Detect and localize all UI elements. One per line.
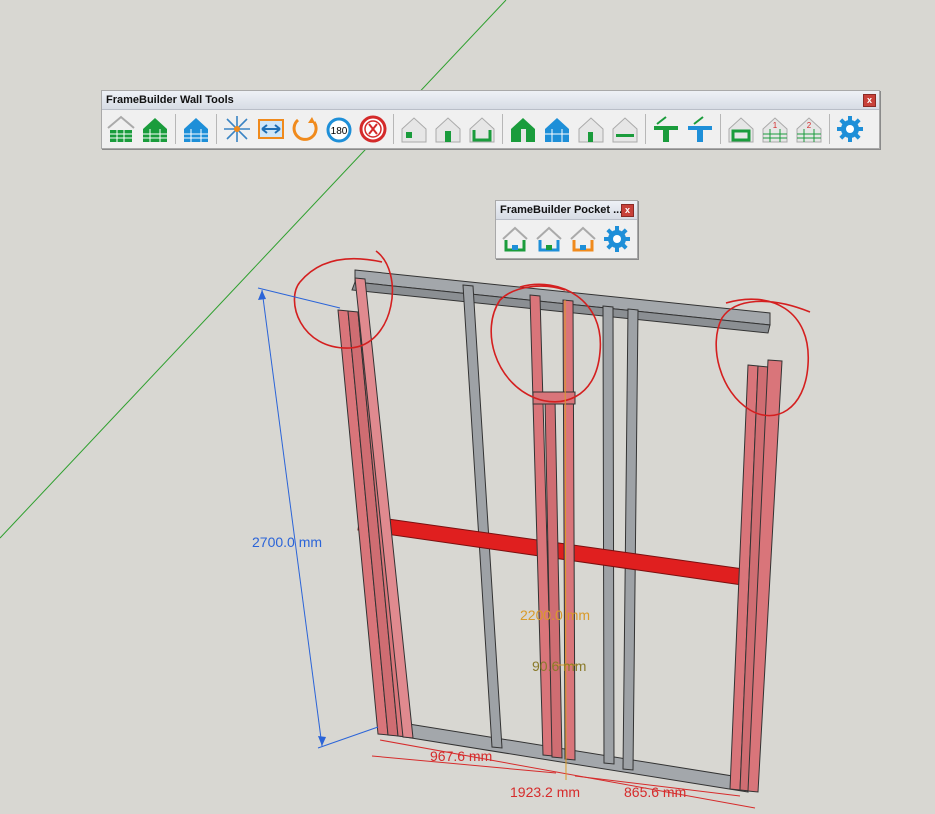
pocket-toolbar-buttons [496, 220, 637, 258]
green-axis-line [0, 0, 507, 539]
house-frame-icon [728, 117, 754, 143]
wall-tools-title-text: FrameBuilder Wall Tools [106, 94, 234, 106]
house-blue-wall-icon [184, 118, 208, 142]
nogging[interactable] [357, 514, 766, 589]
separator [175, 114, 176, 144]
frame-opening-button[interactable] [725, 113, 757, 145]
stud-gray-1[interactable] [462, 284, 503, 749]
layer-2-number: 2 [807, 121, 812, 130]
dim-label-left-width: 967.6 mm [430, 748, 493, 764]
house-green-wall-icon [107, 115, 135, 142]
stud-gray-2[interactable] [602, 305, 615, 765]
gear-icon [604, 226, 630, 252]
create-blue-wall-button[interactable] [180, 113, 212, 145]
separator [720, 114, 721, 144]
house-door-icon [435, 117, 461, 143]
t-junction-blue-icon [688, 116, 712, 142]
pocket-green-icon [502, 226, 528, 252]
layer-2-button[interactable]: 2 [793, 113, 825, 145]
separator [502, 114, 503, 144]
pocket-toolbar-close-button[interactable]: x [621, 204, 634, 217]
nogging-tool-button[interactable] [609, 113, 641, 145]
add-window-button[interactable] [398, 113, 430, 145]
pocket-toolbar-title-text: FrameBuilder Pocket ... [500, 204, 623, 216]
dim-ext-bottom [317, 726, 379, 749]
add-opening-button[interactable] [466, 113, 498, 145]
dim-label-wall-height: 2700.0 mm [252, 534, 323, 550]
rotate-180-icon: 180 [326, 117, 352, 143]
layer-1-number: 1 [773, 121, 778, 130]
house-window-icon [401, 117, 427, 143]
dim-label-door-height: 2200.0 mm [520, 607, 591, 623]
rotate-180-button[interactable]: 180 [323, 113, 355, 145]
layer-1-button[interactable]: 1 [759, 113, 791, 145]
dim-arrow-top [258, 290, 266, 300]
wall-tools-close-button[interactable]: x [863, 94, 876, 107]
house-stud-icon [578, 117, 604, 143]
rotate-180-number: 180 [331, 126, 348, 137]
explode-arrows-icon [224, 116, 250, 142]
house-nogging-icon [612, 117, 638, 143]
add-door-button[interactable] [432, 113, 464, 145]
wall-tools-toolbar: FrameBuilder Wall Tools x 180 1 2 [101, 90, 880, 149]
delete-button[interactable] [357, 113, 389, 145]
pocket-blue-button[interactable] [533, 223, 565, 255]
move-horizontal-icon [258, 119, 284, 139]
dim-ext-top [257, 287, 341, 309]
gear-icon [837, 116, 863, 142]
rotate-arrows-icon [292, 117, 318, 141]
wall-green-blue-button[interactable] [507, 113, 539, 145]
move-button[interactable] [255, 113, 287, 145]
pocket-orange-icon [570, 226, 596, 252]
t-junction-green-button[interactable] [650, 113, 682, 145]
stud-tool-button[interactable] [575, 113, 607, 145]
pocket-blue-icon [536, 226, 562, 252]
wall-blue-split-button[interactable] [541, 113, 573, 145]
pocket-green-button[interactable] [499, 223, 531, 255]
house-grid-2-icon: 2 [796, 117, 822, 143]
stud-gray-3[interactable] [622, 308, 639, 771]
wall-tools-title[interactable]: FrameBuilder Wall Tools x [102, 91, 879, 110]
pocket-settings-button[interactable] [601, 223, 633, 255]
separator [829, 114, 830, 144]
wall-settings-button[interactable] [834, 113, 866, 145]
dim-label-door-width: 90.6 mm [532, 658, 587, 674]
create-gable-wall-button[interactable] [139, 113, 171, 145]
dim-arrow-bottom [318, 736, 326, 746]
house-blue-split-icon [545, 118, 569, 142]
pocket-toolbar-title[interactable]: FrameBuilder Pocket ... x [496, 201, 637, 220]
house-green-gable-icon [143, 118, 167, 142]
dim-line-height [261, 289, 323, 747]
separator [216, 114, 217, 144]
house-mixed-icon [511, 118, 535, 142]
rotate-button[interactable] [289, 113, 321, 145]
pocket-orange-button[interactable] [567, 223, 599, 255]
t-junction-green-icon [654, 116, 678, 142]
separator [645, 114, 646, 144]
explode-button[interactable] [221, 113, 253, 145]
top-plate[interactable] [354, 269, 771, 326]
delete-x-icon [359, 115, 387, 143]
dim-label-total-width: 1923.2 mm [510, 784, 581, 800]
wall-tools-buttons: 180 1 2 [102, 110, 879, 148]
separator [393, 114, 394, 144]
create-wall-button[interactable] [105, 113, 137, 145]
t-junction-blue-button[interactable] [684, 113, 716, 145]
house-opening-icon [469, 117, 495, 143]
dim-label-right-width: 865.6 mm [624, 784, 687, 800]
pocket-toolbar: FrameBuilder Pocket ... x [495, 200, 638, 259]
house-grid-1-icon: 1 [762, 117, 788, 143]
